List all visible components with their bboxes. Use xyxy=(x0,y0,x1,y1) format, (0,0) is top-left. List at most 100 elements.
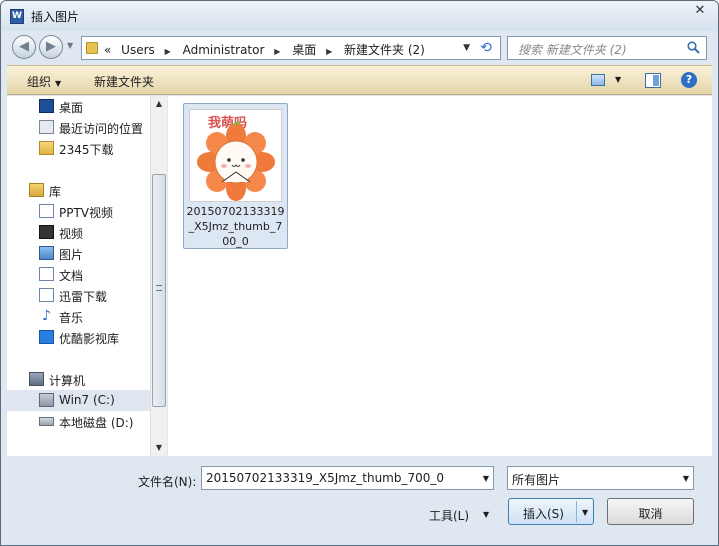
chevron-down-icon: ▼ xyxy=(483,510,490,519)
nav-item-desktop[interactable]: 桌面 xyxy=(7,96,150,117)
organize-menu[interactable]: 组织 ▼ xyxy=(27,73,61,90)
breadcrumb-overflow[interactable]: « xyxy=(104,43,111,57)
nav-label: 2345下载 xyxy=(59,143,114,157)
cancel-label: 取消 xyxy=(638,507,663,521)
insert-button[interactable]: 插入(S) ▼ xyxy=(508,498,594,525)
nav-item-drive-c[interactable]: Win7 (C:) xyxy=(7,390,150,411)
document-folder-icon xyxy=(39,204,54,218)
nav-item-youku-library[interactable]: 优酷影视库 xyxy=(7,327,150,348)
documents-icon xyxy=(39,267,54,281)
nav-label: 优酷影视库 xyxy=(59,332,120,346)
new-folder-button[interactable]: 新建文件夹 xyxy=(94,73,154,90)
nav-label: 音乐 xyxy=(59,311,84,325)
breadcrumb-desktop[interactable]: 桌面 xyxy=(292,43,316,57)
file-item[interactable]: 我萌吗 20150702133319_X5Jmz_thumb_700_0 xyxy=(183,103,288,249)
filename-label: 文件名(N): xyxy=(138,475,197,489)
nav-label: 迅雷下载 xyxy=(59,290,108,304)
split-divider xyxy=(576,501,577,522)
nav-label: 本地磁盘 (D:) xyxy=(59,416,134,430)
search-placeholder: 搜索 新建文件夹 (2) xyxy=(518,43,627,57)
command-toolbar: 组织 ▼ 新建文件夹 ▼ ? xyxy=(7,65,712,95)
nav-scrollbar[interactable]: ▲ ▼ xyxy=(150,96,167,456)
view-options-dropdown-icon[interactable]: ▼ xyxy=(615,75,621,84)
music-icon: ♪ xyxy=(39,309,54,323)
refresh-icon[interactable]: ⟲ xyxy=(476,39,496,57)
file-name: 20150702133319_X5Jmz_thumb_700_0 xyxy=(186,205,285,248)
folder-icon xyxy=(39,141,54,155)
breadcrumb-users[interactable]: Users xyxy=(121,43,155,57)
change-view-icon[interactable] xyxy=(591,74,605,86)
breadcrumb-new-folder-2[interactable]: 新建文件夹 (2) xyxy=(344,43,425,57)
address-dropdown-icon[interactable]: ▼ xyxy=(463,43,470,53)
chevron-right-icon[interactable]: ▶ xyxy=(274,47,280,56)
nav-item-videos[interactable]: 视频 xyxy=(7,222,150,243)
nav-item-computer[interactable]: 计算机 xyxy=(7,369,150,390)
cancel-button[interactable]: 取消 xyxy=(607,498,694,525)
filename-field[interactable]: 20150702133319_X5Jmz_thumb_700_0 ▼ xyxy=(201,466,494,490)
insert-label: 插入(S) xyxy=(523,507,564,521)
nav-item-xunlei-downloads[interactable]: 迅雷下载 xyxy=(7,285,150,306)
recent-places-icon xyxy=(39,120,54,134)
search-icon xyxy=(687,41,700,54)
scroll-thumb[interactable] xyxy=(152,174,166,407)
insert-options-dropdown-icon[interactable]: ▼ xyxy=(582,508,588,517)
chevron-right-icon[interactable]: ▶ xyxy=(165,47,171,56)
chevron-down-icon[interactable]: ▼ xyxy=(683,474,689,483)
word-app-icon: W xyxy=(10,9,24,24)
computer-icon xyxy=(29,372,44,386)
tools-label: 工具(L) xyxy=(429,509,470,523)
preview-pane-icon[interactable] xyxy=(645,73,661,88)
nav-item-pictures[interactable]: 图片 xyxy=(7,243,150,264)
breadcrumb-administrator[interactable]: Administrator xyxy=(183,43,265,57)
folder-icon xyxy=(86,42,98,54)
file-type-value: 所有图片 xyxy=(512,473,561,487)
title-bar: W 插入图片 ✕ xyxy=(1,1,718,31)
nav-label: 桌面 xyxy=(59,101,84,115)
help-icon[interactable]: ? xyxy=(681,72,697,88)
insert-picture-dialog: W 插入图片 ✕ ◀ ▶ ▼ « Users ▶ Administrator ▶… xyxy=(0,0,719,546)
nav-label: 文档 xyxy=(59,269,84,283)
nav-item-pptv-video[interactable]: PPTV视频 xyxy=(7,201,150,222)
window-title: 插入图片 xyxy=(31,10,80,24)
chevron-right-icon[interactable]: ▶ xyxy=(326,47,332,56)
scroll-up-icon[interactable]: ▲ xyxy=(151,96,167,112)
nav-label: 库 xyxy=(49,185,62,199)
tools-button[interactable]: 工具(L) ▼ xyxy=(423,503,498,527)
forward-button[interactable]: ▶ xyxy=(39,35,63,59)
nav-label: PPTV视频 xyxy=(59,206,114,220)
file-list-pane[interactable]: 我萌吗 20150702133319_X5Jmz_thumb_700_0 xyxy=(168,96,712,456)
breadcrumb: « Users ▶ Administrator ▶ 桌面 ▶ 新建文件夹 (2) xyxy=(104,41,431,58)
nav-item-2345-downloads[interactable]: 2345下载 xyxy=(7,138,150,159)
recent-locations-dropdown[interactable]: ▼ xyxy=(67,41,73,50)
download-folder-icon xyxy=(39,288,54,302)
flower-sticker-image xyxy=(197,121,275,201)
nav-item-drive-d[interactable]: 本地磁盘 (D:) xyxy=(7,411,150,432)
nav-label: 图片 xyxy=(59,248,84,262)
drive-d-icon xyxy=(39,417,54,426)
video-icon xyxy=(39,225,54,239)
nav-label: 视频 xyxy=(59,227,84,241)
grip-icon xyxy=(156,285,162,291)
organize-label: 组织 xyxy=(27,75,52,89)
filename-value[interactable]: 20150702133319_X5Jmz_thumb_700_0 xyxy=(206,471,444,485)
desktop-icon xyxy=(39,99,54,113)
search-input[interactable]: 搜索 新建文件夹 (2) xyxy=(507,36,707,60)
nav-item-recent-places[interactable]: 最近访问的位置 xyxy=(7,117,150,138)
nav-label: 最近访问的位置 xyxy=(59,122,144,136)
nav-label: 计算机 xyxy=(49,374,86,388)
nav-item-documents[interactable]: 文档 xyxy=(7,264,150,285)
drive-c-icon xyxy=(39,393,54,407)
address-row: ◀ ▶ ▼ « Users ▶ Administrator ▶ 桌面 ▶ 新建文… xyxy=(1,31,718,63)
image-thumbnail: 我萌吗 xyxy=(189,109,282,202)
chevron-down-icon[interactable]: ▼ xyxy=(483,474,489,483)
youku-icon xyxy=(39,330,54,344)
file-type-select[interactable]: 所有图片 ▼ xyxy=(507,466,694,490)
dialog-footer: 文件名(N): 20150702133319_X5Jmz_thumb_700_0… xyxy=(1,456,718,545)
scroll-down-icon[interactable]: ▼ xyxy=(151,440,167,456)
back-button[interactable]: ◀ xyxy=(12,35,36,59)
nav-item-libraries[interactable]: 库 xyxy=(7,180,150,201)
close-button[interactable]: ✕ xyxy=(690,3,710,19)
nav-item-music[interactable]: ♪ 音乐 xyxy=(7,306,150,327)
chevron-down-icon: ▼ xyxy=(55,79,62,88)
address-bar[interactable]: « Users ▶ Administrator ▶ 桌面 ▶ 新建文件夹 (2)… xyxy=(81,36,501,60)
